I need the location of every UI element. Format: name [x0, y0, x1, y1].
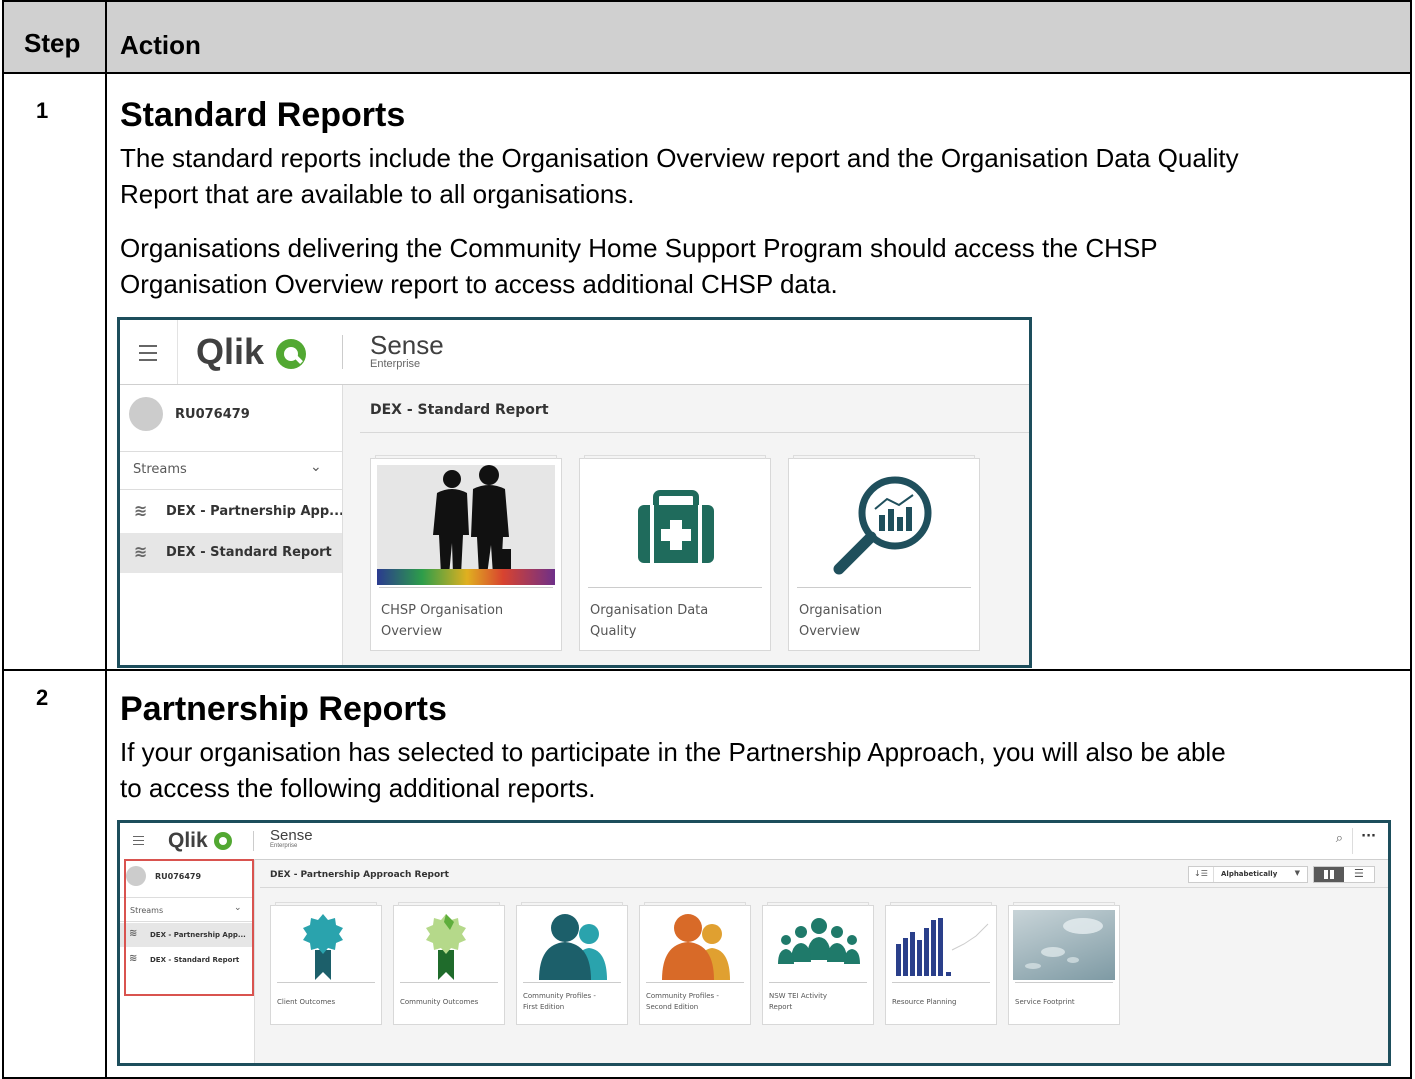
app-title: NSW TEI Activity — [769, 992, 827, 1000]
app-card[interactable]: Community Profiles - Second Edition — [639, 902, 751, 1025]
app-title: Quality — [590, 624, 637, 639]
app-title: Overview — [381, 624, 443, 639]
paragraph-line: Report that are available to all organis… — [120, 179, 635, 209]
qlik-logo: Qlik — [168, 829, 232, 853]
column-divider — [105, 2, 107, 1077]
streams-label: Streams — [133, 462, 187, 477]
qlik-logo: Qlik — [196, 332, 307, 372]
blue-bar-chart-icon — [890, 910, 992, 980]
hamburger-icon[interactable] — [139, 345, 157, 361]
table-header: Step Action — [4, 2, 1410, 74]
app-title: CHSP Organisation — [381, 603, 504, 618]
app-title: Client Outcomes — [277, 998, 336, 1006]
teal-award-ribbon-icon — [275, 910, 377, 980]
app-card[interactable]: Community Outcomes — [393, 902, 505, 1025]
product-name: Sense Enterprise — [270, 827, 313, 849]
app-title: Community Outcomes — [400, 998, 479, 1006]
paragraph-line: Organisation Overview report to access a… — [120, 269, 838, 299]
sort-label: Alphabetically — [1221, 870, 1278, 878]
qlik-screenshot-standard: Qlik Sense Enterprise .shot .avatar::bef… — [117, 317, 1032, 668]
hamburger-icon[interactable] — [133, 836, 144, 845]
elderly-couple-silhouette-icon — [377, 465, 555, 585]
green-award-ribbon-icon — [398, 910, 500, 980]
search-icon[interactable]: ⌕ — [1336, 831, 1343, 846]
app-title: Report — [769, 1003, 793, 1011]
app-title: Second Edition — [646, 1003, 699, 1011]
app-title: Service Footprint — [1015, 998, 1075, 1006]
app-title: Organisation — [799, 603, 883, 618]
app-card[interactable]: NSW TEI Activity Report — [762, 902, 874, 1025]
app-title: Resource Planning — [892, 998, 957, 1006]
paragraph-line: If your organisation has selected to par… — [120, 737, 1226, 767]
header-action: Action — [120, 30, 201, 60]
user-id: RU076479 — [175, 407, 250, 422]
grid-view-icon[interactable] — [1314, 867, 1344, 882]
app-card[interactable]: CHSP Organisation Overview — [370, 455, 562, 651]
teal-people-silhouettes-icon — [521, 910, 623, 980]
avatar: .shot .avatar::before{} — [129, 397, 163, 431]
app-card[interactable]: Client Outcomes — [270, 902, 382, 1025]
stream-icon: ≋ — [134, 501, 148, 520]
qlik-top-bar: Qlik Sense Enterprise — [120, 320, 1029, 385]
step-number-1: 1 — [36, 98, 49, 123]
sort-order-icon: ↓☰ — [1194, 869, 1208, 878]
step-number-2: 2 — [36, 685, 49, 710]
app-title: Community Profiles - — [523, 992, 596, 1000]
highlight-box — [124, 859, 254, 996]
app-title: Community Profiles - — [646, 992, 719, 1000]
teal-group-icon — [767, 910, 869, 980]
paragraph-line: to access the following additional repor… — [120, 773, 596, 803]
streams-sidebar: .shot .avatar::before{} RU076479 Streams… — [120, 385, 343, 665]
water-drops-photo-icon — [1013, 910, 1115, 980]
chevron-down-icon[interactable]: ⌄ — [310, 459, 322, 475]
qlik-top-bar: Qlik Sense Enterprise ⌕ ··· — [120, 823, 1388, 860]
app-card[interactable]: Service Footprint — [1008, 902, 1120, 1025]
orange-people-silhouettes-icon — [644, 910, 746, 980]
list-view-icon[interactable]: ☰ — [1354, 867, 1364, 880]
section-title-standard-reports: Standard Reports — [120, 96, 406, 134]
app-card[interactable]: Organisation Overview — [788, 455, 980, 651]
app-card[interactable]: Community Profiles - First Edition — [516, 902, 628, 1025]
magnifier-chart-icon — [795, 465, 973, 585]
app-title: Overview — [799, 624, 861, 639]
app-title: Organisation Data — [590, 603, 709, 618]
sidebar-item-partnership[interactable]: ≋ DEX - Partnership App... — [120, 492, 342, 532]
product-name: Sense Enterprise — [370, 330, 444, 370]
sidebar-item-standard[interactable]: ≋ DEX - Standard Report — [120, 533, 342, 573]
stream-icon: ≋ — [134, 542, 148, 561]
app-title: First Edition — [523, 1003, 565, 1011]
view-toggle: ☰ — [1313, 866, 1375, 883]
page-title: DEX - Partnership Approach Report — [270, 870, 449, 880]
row-divider — [4, 669, 1410, 671]
caret-down-icon: ▼ — [1294, 869, 1300, 877]
header-step: Step — [24, 28, 81, 58]
app-card[interactable]: Resource Planning — [885, 902, 997, 1025]
page-title: DEX - Standard Report — [370, 402, 549, 418]
section-title-partnership-reports: Partnership Reports — [120, 690, 447, 728]
more-icon[interactable]: ··· — [1361, 829, 1376, 844]
first-aid-kit-icon — [586, 465, 764, 585]
paragraph-line: The standard reports include the Organis… — [120, 143, 1239, 173]
qlik-screenshot-partnership: Qlik Sense Enterprise ⌕ ··· RU076479 Str… — [117, 820, 1391, 1066]
sort-dropdown[interactable]: ↓☰ Alphabetically ▼ — [1188, 866, 1308, 883]
paragraph-line: Organisations delivering the Community H… — [120, 233, 1158, 263]
app-card[interactable]: Organisation Data Quality — [579, 455, 771, 651]
